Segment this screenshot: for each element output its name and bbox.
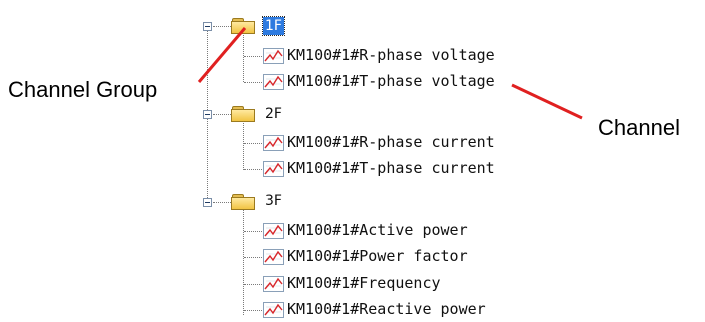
channel-group-callout: Channel Group [8,77,158,102]
channel-group-pointer [197,27,247,83]
channel-pointer [511,83,583,120]
callout-lines [197,27,583,120]
channel-callout: Channel [598,115,680,140]
